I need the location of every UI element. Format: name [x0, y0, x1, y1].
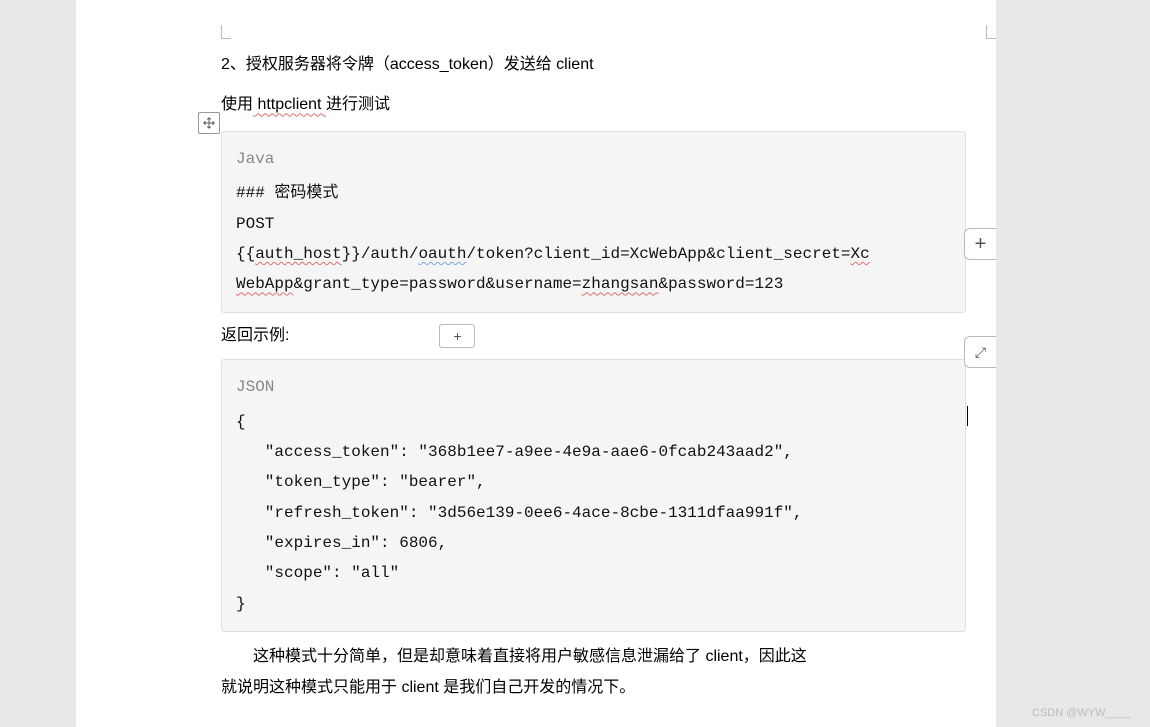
page-margin-marker-right [986, 25, 996, 39]
code-block-response: JSON { "access_token": "368b1ee7-a9ee-4e… [221, 359, 966, 632]
return-example-label: 返回示例: [221, 321, 289, 351]
code-seg: }}/auth/ [342, 245, 419, 263]
expand-icon: ⤢ [975, 344, 986, 361]
code-line-1: ### 密码模式 [236, 184, 338, 202]
text-pre: 使用 [221, 96, 253, 113]
document-content: 2、授权服务器将令牌（access_token）发送给 client 使用 ht… [76, 50, 996, 703]
page-margin-marker-left [221, 25, 231, 39]
paragraph-summary: 这种模式十分简单，但是却意味着直接将用户敏感信息泄漏给了 client，因此这 … [221, 642, 966, 703]
move-handle-icon[interactable] [198, 112, 220, 134]
text-cursor [967, 406, 968, 426]
code-block-request: Java ### 密码模式 POST {{auth_host}}/auth/oa… [221, 131, 966, 313]
code-seg: oauth [418, 245, 466, 263]
code-seg: /token?client_id=XcWebApp&client_secret= [466, 245, 850, 263]
plus-icon: + [453, 328, 461, 344]
code-seg: Xc [851, 245, 870, 263]
paragraph-step: 2、授权服务器将令牌（access_token）发送给 client [221, 50, 966, 80]
summary-line2: 就说明这种模式只能用于 client 是我们自己开发的情况下。 [189, 673, 635, 703]
add-button[interactable]: + [439, 324, 475, 348]
code-seg: &grant_type=password&username= [294, 275, 582, 293]
code-seg: zhangsan [582, 275, 659, 293]
watermark-text: CSDN @WYW____ [1032, 707, 1130, 719]
code-content-request: ### 密码模式 POST {{auth_host}}/auth/oauth/t… [236, 178, 951, 300]
code-content-response: { "access_token": "368b1ee7-a9ee-4e9a-aa… [236, 407, 951, 620]
code-line-2: POST [236, 215, 274, 233]
code-seg: WebApp [236, 275, 294, 293]
expand-button[interactable]: ⤢ [964, 336, 996, 368]
code-lang-label: Java [236, 144, 951, 174]
zoom-in-button[interactable]: + [964, 228, 996, 260]
code-seg: auth_host [255, 245, 341, 263]
plus-icon: + [975, 233, 987, 256]
paragraph-test: 使用 httpclient 进行测试 [221, 90, 966, 120]
mid-row: 返回示例: + [221, 321, 966, 351]
document-page: 2、授权服务器将令牌（access_token）发送给 client 使用 ht… [76, 0, 996, 727]
code-lang-label-json: JSON [236, 372, 951, 402]
code-seg: &password=123 [658, 275, 783, 293]
code-seg: {{ [236, 245, 255, 263]
httpclient-link[interactable]: httpclient [253, 96, 326, 113]
text-post: 进行测试 [326, 96, 390, 113]
summary-line1: 这种模式十分简单，但是却意味着直接将用户敏感信息泄漏给了 client，因此这 [253, 648, 807, 665]
